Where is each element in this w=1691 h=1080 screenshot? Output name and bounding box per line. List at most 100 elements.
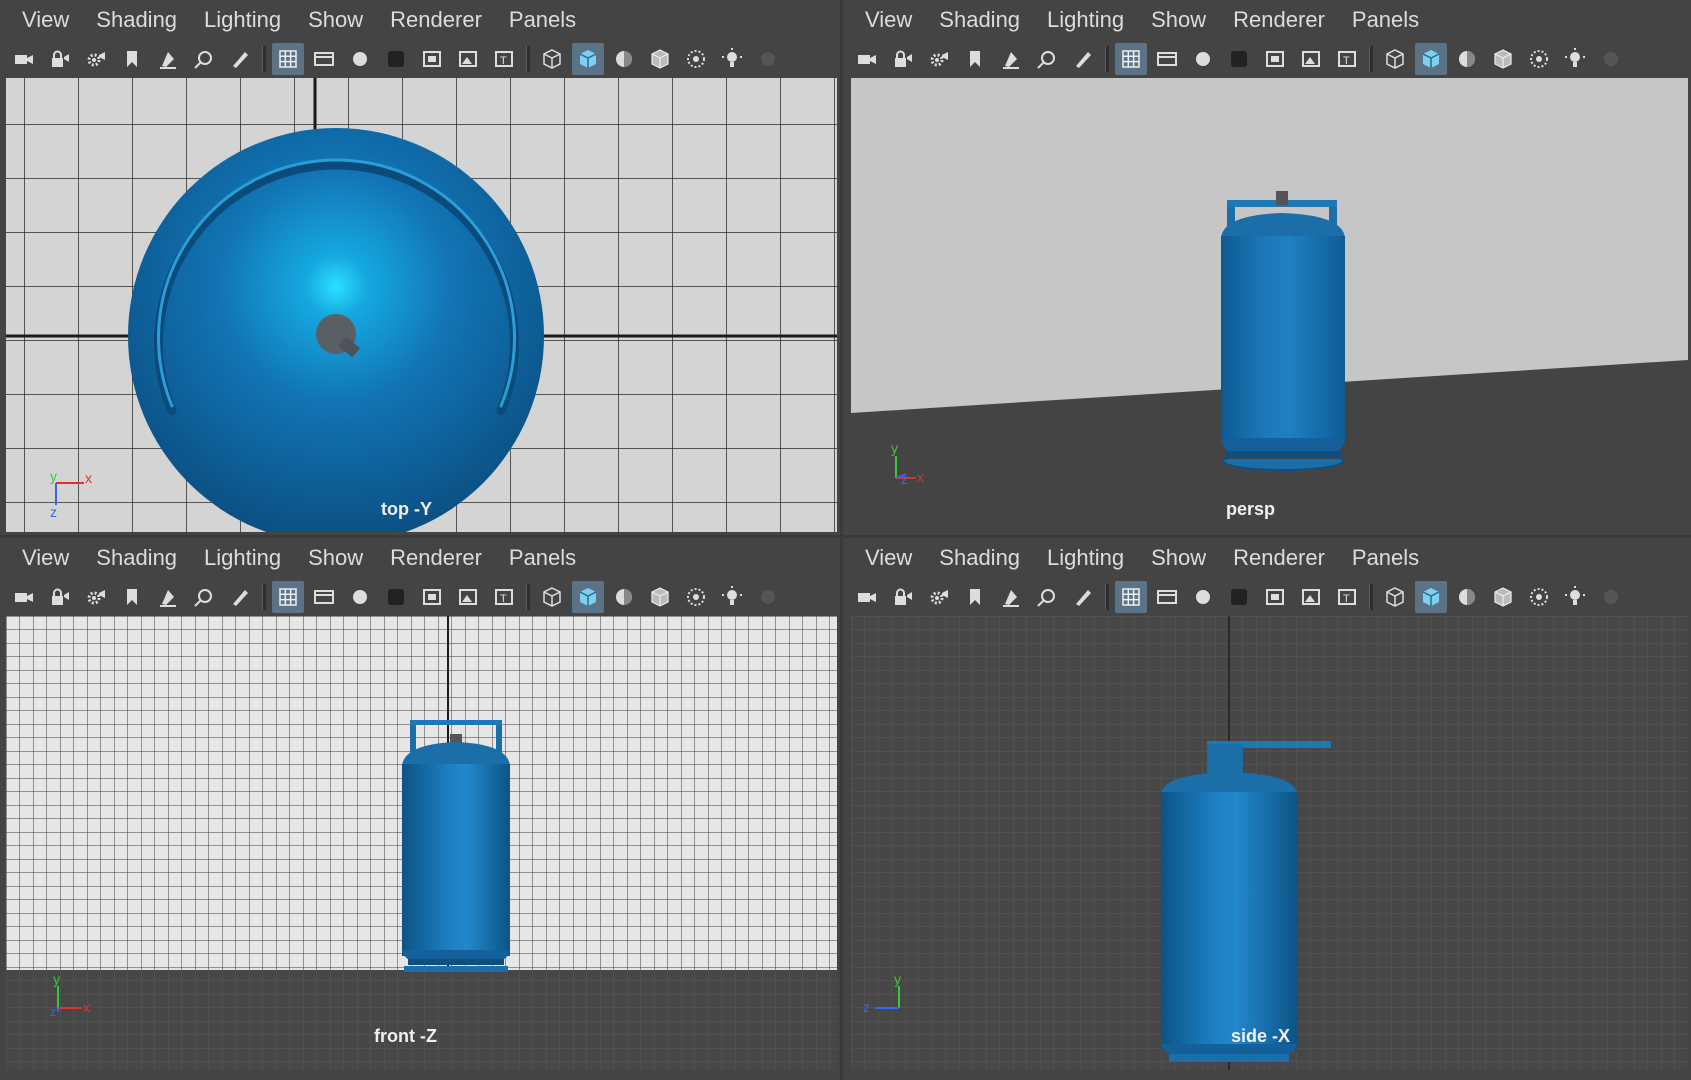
viewport-side[interactable]: side -X y z: [851, 616, 1688, 1070]
safe-action-icon[interactable]: [452, 581, 484, 613]
resolution-gate-icon[interactable]: [1187, 43, 1219, 75]
resolution-gate-icon[interactable]: [344, 43, 376, 75]
smooth-shade-icon[interactable]: [1415, 43, 1447, 75]
use-all-lights-icon[interactable]: [716, 581, 748, 613]
menu-panels[interactable]: Panels: [1352, 7, 1419, 33]
shadows-icon[interactable]: [1595, 581, 1627, 613]
wireframe-on-shaded-icon[interactable]: [1487, 581, 1519, 613]
menu-lighting[interactable]: Lighting: [204, 545, 281, 571]
menu-shading[interactable]: Shading: [939, 545, 1020, 571]
use-default-material-icon[interactable]: [1451, 43, 1483, 75]
bookmark-icon[interactable]: [116, 581, 148, 613]
gas-cylinder[interactable]: [402, 720, 510, 972]
lock-camera-icon[interactable]: [887, 581, 919, 613]
shadows-icon[interactable]: [752, 43, 784, 75]
safe-title-icon[interactable]: T: [488, 581, 520, 613]
camera-attributes-icon[interactable]: [80, 43, 112, 75]
safe-action-icon[interactable]: [1295, 43, 1327, 75]
grease-pencil-icon[interactable]: [224, 581, 256, 613]
camera-attributes-icon[interactable]: [80, 581, 112, 613]
wireframe-on-shaded-icon[interactable]: [1487, 43, 1519, 75]
menu-lighting[interactable]: Lighting: [204, 7, 281, 33]
wireframe-icon[interactable]: [536, 43, 568, 75]
bookmark-icon[interactable]: [959, 581, 991, 613]
2d-pan-zoom-icon[interactable]: [188, 581, 220, 613]
smooth-shade-icon[interactable]: [572, 43, 604, 75]
field-chart-icon[interactable]: [1259, 581, 1291, 613]
2d-pan-zoom-icon[interactable]: [1031, 43, 1063, 75]
camera-icon[interactable]: [8, 581, 40, 613]
wireframe-on-shaded-icon[interactable]: [644, 581, 676, 613]
xray-icon[interactable]: [680, 43, 712, 75]
camera-icon[interactable]: [8, 43, 40, 75]
grease-pencil-icon[interactable]: [1067, 43, 1099, 75]
safe-action-icon[interactable]: [1295, 581, 1327, 613]
camera-icon[interactable]: [851, 581, 883, 613]
film-gate-icon[interactable]: [1151, 581, 1183, 613]
use-all-lights-icon[interactable]: [1559, 43, 1591, 75]
image-plane-icon[interactable]: [152, 581, 184, 613]
menu-renderer[interactable]: Renderer: [1233, 7, 1325, 33]
menu-show[interactable]: Show: [308, 545, 363, 571]
viewport-top[interactable]: top -Y y x z: [6, 78, 837, 532]
menu-panels[interactable]: Panels: [509, 545, 576, 571]
panel-top-view[interactable]: View Shading Lighting Show Renderer Pane…: [0, 0, 840, 535]
camera-attributes-icon[interactable]: [923, 581, 955, 613]
menu-show[interactable]: Show: [308, 7, 363, 33]
gate-mask-icon[interactable]: [380, 581, 412, 613]
menu-view[interactable]: View: [22, 7, 69, 33]
resolution-gate-icon[interactable]: [1187, 581, 1219, 613]
wireframe-on-shaded-icon[interactable]: [644, 43, 676, 75]
image-plane-icon[interactable]: [995, 581, 1027, 613]
field-chart-icon[interactable]: [416, 43, 448, 75]
safe-action-icon[interactable]: [452, 43, 484, 75]
viewport-persp[interactable]: persp y x z: [851, 78, 1688, 532]
menu-shading[interactable]: Shading: [939, 7, 1020, 33]
panel-persp-view[interactable]: View Shading Lighting Show Renderer Pane…: [843, 0, 1691, 535]
menu-renderer[interactable]: Renderer: [390, 7, 482, 33]
gate-mask-icon[interactable]: [1223, 43, 1255, 75]
panel-side-view[interactable]: View Shading Lighting Show Renderer Pane…: [843, 538, 1691, 1080]
wireframe-icon[interactable]: [536, 581, 568, 613]
menu-view[interactable]: View: [865, 7, 912, 33]
field-chart-icon[interactable]: [416, 581, 448, 613]
use-default-material-icon[interactable]: [1451, 581, 1483, 613]
viewport-front[interactable]: front -Z y x z: [6, 616, 837, 1070]
safe-title-icon[interactable]: T: [488, 43, 520, 75]
grid-icon[interactable]: [272, 43, 304, 75]
menu-renderer[interactable]: Renderer: [390, 545, 482, 571]
shadows-icon[interactable]: [1595, 43, 1627, 75]
grid-icon[interactable]: [1115, 581, 1147, 613]
resolution-gate-icon[interactable]: [344, 581, 376, 613]
menu-lighting[interactable]: Lighting: [1047, 545, 1124, 571]
menu-show[interactable]: Show: [1151, 7, 1206, 33]
menu-panels[interactable]: Panels: [1352, 545, 1419, 571]
xray-icon[interactable]: [1523, 43, 1555, 75]
gas-cylinder[interactable]: [1221, 191, 1345, 471]
horizontal-splitter[interactable]: [0, 535, 1691, 538]
use-default-material-icon[interactable]: [608, 43, 640, 75]
image-plane-icon[interactable]: [995, 43, 1027, 75]
film-gate-icon[interactable]: [308, 581, 340, 613]
menu-shading[interactable]: Shading: [96, 545, 177, 571]
use-all-lights-icon[interactable]: [716, 43, 748, 75]
camera-attributes-icon[interactable]: [923, 43, 955, 75]
bookmark-icon[interactable]: [116, 43, 148, 75]
safe-title-icon[interactable]: T: [1331, 43, 1363, 75]
lock-camera-icon[interactable]: [44, 43, 76, 75]
xray-icon[interactable]: [680, 581, 712, 613]
field-chart-icon[interactable]: [1259, 43, 1291, 75]
wireframe-icon[interactable]: [1379, 581, 1411, 613]
xray-icon[interactable]: [1523, 581, 1555, 613]
use-all-lights-icon[interactable]: [1559, 581, 1591, 613]
menu-renderer[interactable]: Renderer: [1233, 545, 1325, 571]
gate-mask-icon[interactable]: [1223, 581, 1255, 613]
use-default-material-icon[interactable]: [608, 581, 640, 613]
lock-camera-icon[interactable]: [887, 43, 919, 75]
grid-icon[interactable]: [1115, 43, 1147, 75]
panel-front-view[interactable]: View Shading Lighting Show Renderer Pane…: [0, 538, 840, 1080]
grease-pencil-icon[interactable]: [224, 43, 256, 75]
menu-view[interactable]: View: [865, 545, 912, 571]
gate-mask-icon[interactable]: [380, 43, 412, 75]
menu-show[interactable]: Show: [1151, 545, 1206, 571]
